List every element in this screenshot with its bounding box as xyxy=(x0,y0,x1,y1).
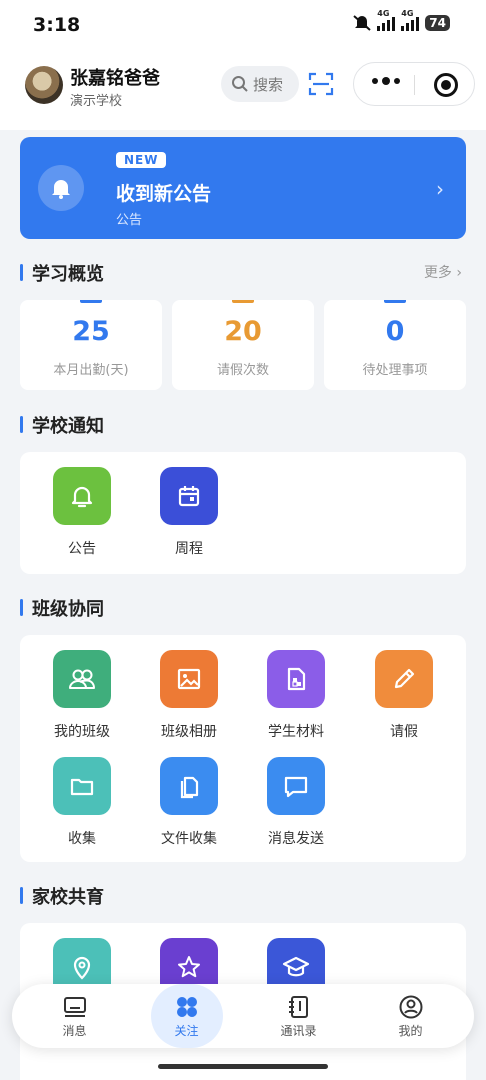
class-collab-card: 我的班级 班级相册 学生材料 请假 收集 文件收集 消息发送 xyxy=(20,635,466,862)
section-title-class-collab: 班级协同 xyxy=(20,595,104,621)
stat-attendance[interactable]: 25 本月出勤(天) xyxy=(20,300,162,390)
tile-class-album[interactable]: 班级相册 xyxy=(139,650,239,741)
notice-title: 收到新公告 xyxy=(116,183,212,205)
search-button[interactable]: 搜索 xyxy=(221,66,299,102)
signal-icon: 4G xyxy=(377,9,396,31)
message-icon xyxy=(267,757,325,815)
chevron-right-icon: › xyxy=(436,177,444,201)
status-bar: 3:18 4G 4G 74 xyxy=(0,0,486,52)
group-icon xyxy=(53,650,111,708)
section-title-school-notice: 学校通知 xyxy=(20,412,104,438)
monitor-icon xyxy=(61,993,89,1021)
tab-messages[interactable]: 消息 xyxy=(17,984,132,1048)
stat-label: 请假次数 xyxy=(216,363,269,378)
tab-follow[interactable]: 关注 xyxy=(129,984,244,1048)
stat-label: 本月出勤(天) xyxy=(53,363,129,378)
user-name: 张嘉铭爸爸 xyxy=(70,68,160,89)
files-icon xyxy=(160,757,218,815)
new-notice-banner[interactable]: NEW 收到新公告 公告 › xyxy=(20,137,466,239)
document-icon xyxy=(267,650,325,708)
stat-pending[interactable]: 0 待处理事项 xyxy=(324,300,466,390)
signal-icon-2: 4G xyxy=(401,9,420,31)
tile-leave-request[interactable]: 请假 xyxy=(354,650,454,741)
section-title-home-school: 家校共育 xyxy=(20,883,104,909)
more-options-icon[interactable] xyxy=(372,77,400,85)
profile-icon xyxy=(397,993,425,1021)
battery-icon: 74 xyxy=(425,15,450,31)
tile-weekly-schedule[interactable]: 周程 xyxy=(139,467,239,558)
stat-value: 20 xyxy=(224,316,262,347)
pencil-icon xyxy=(375,650,433,708)
mini-program-capsule xyxy=(353,62,475,106)
close-target-icon[interactable] xyxy=(434,73,458,97)
image-icon xyxy=(160,650,218,708)
stat-value: 25 xyxy=(72,316,110,347)
tile-message-send[interactable]: 消息发送 xyxy=(246,757,346,848)
school-name: 演示学校 xyxy=(70,94,123,109)
tile-my-class[interactable]: 我的班级 xyxy=(32,650,132,741)
section-title-overview: 学习概览 xyxy=(20,260,104,286)
bell-icon xyxy=(53,467,111,525)
home-indicator[interactable] xyxy=(158,1064,328,1069)
tile-announcement[interactable]: 公告 xyxy=(32,467,132,558)
status-icons: 4G 4G 74 xyxy=(353,9,450,31)
search-icon xyxy=(232,76,248,92)
bottom-tab-bar: 消息 关注 通讯录 我的 xyxy=(12,984,474,1048)
more-link[interactable]: 更多 › xyxy=(424,262,462,282)
status-time: 3:18 xyxy=(33,14,81,36)
grid-icon xyxy=(173,993,201,1021)
scan-icon[interactable] xyxy=(308,72,334,96)
notice-subtitle: 公告 xyxy=(116,213,143,228)
stat-value: 0 xyxy=(385,316,405,347)
stat-leave-count[interactable]: 20 请假次数 xyxy=(172,300,314,390)
tile-student-materials[interactable]: 学生材料 xyxy=(246,650,346,741)
tab-mine[interactable]: 我的 xyxy=(353,984,468,1048)
search-label: 搜索 xyxy=(253,75,284,94)
tile-collect[interactable]: 收集 xyxy=(32,757,132,848)
folder-icon xyxy=(53,757,111,815)
contacts-icon xyxy=(285,993,313,1021)
new-badge: NEW xyxy=(116,152,167,168)
avatar[interactable] xyxy=(25,66,63,104)
header: 张嘉铭爸爸 演示学校 搜索 xyxy=(0,58,486,114)
tab-contacts[interactable]: 通讯录 xyxy=(241,984,356,1048)
stat-label: 待处理事项 xyxy=(362,363,428,378)
tile-file-collect[interactable]: 文件收集 xyxy=(139,757,239,848)
mute-icon xyxy=(353,15,371,31)
calendar-icon xyxy=(160,467,218,525)
school-notice-card: 公告 周程 xyxy=(20,452,466,574)
notice-bell-icon xyxy=(38,165,84,211)
